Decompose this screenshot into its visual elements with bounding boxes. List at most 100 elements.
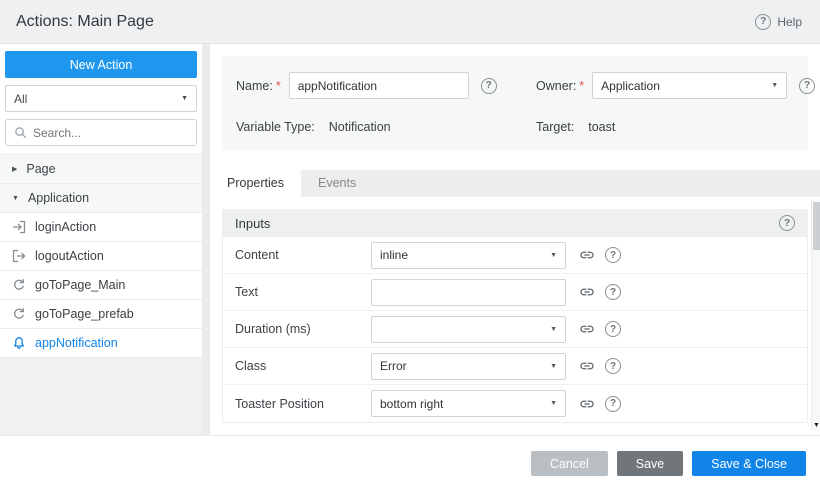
dialog-footer: Cancel Save Save & Close — [0, 435, 820, 491]
page-title: Actions: Main Page — [16, 13, 154, 31]
variable-type-value: Notification — [329, 120, 391, 134]
owner-value: Application — [601, 79, 660, 93]
help-icon[interactable]: ? — [605, 321, 621, 337]
actions-sidebar: New Action All ▼ ▶ Page ▼ Application — [0, 44, 202, 435]
text-input[interactable] — [371, 279, 566, 306]
tree-group-application[interactable]: ▼ Application — [0, 184, 202, 213]
bind-link-icon[interactable] — [579, 396, 595, 412]
help-icon[interactable]: ? — [605, 396, 621, 412]
toaster-position-value: bottom right — [380, 397, 443, 411]
input-row-class: Class Error ▼ ? — [223, 348, 807, 385]
input-row-toaster-position: Toaster Position bottom right ▼ ? — [223, 385, 807, 422]
help-icon[interactable]: ? — [779, 215, 795, 231]
cancel-button[interactable]: Cancel — [531, 451, 608, 476]
toaster-position-dropdown[interactable]: bottom right ▼ — [371, 390, 566, 417]
tree-item-label: loginAction — [35, 220, 96, 234]
bind-link-icon[interactable] — [579, 284, 595, 300]
duration-dropdown[interactable]: ▼ — [371, 316, 566, 343]
content-dropdown[interactable]: inline ▼ — [371, 242, 566, 269]
input-row-duration: Duration (ms) ▼ ? — [223, 311, 807, 348]
caret-down-icon: ▼ — [181, 95, 188, 102]
tree-item-appNotification[interactable]: appNotification — [0, 329, 202, 358]
action-editor: Name: * ? Owner: * Application ▼ ? — [210, 44, 820, 435]
vertical-scrollbar[interactable]: ▼ — [811, 200, 820, 431]
class-value: Error — [380, 359, 407, 373]
help-link[interactable]: ? Help — [755, 14, 802, 30]
input-label: Toaster Position — [235, 397, 371, 411]
save-and-close-button[interactable]: Save & Close — [692, 451, 806, 476]
tree-group-label: Application — [28, 191, 89, 205]
sidebar-controls: New Action All ▼ — [0, 44, 202, 146]
required-asterisk: * — [579, 79, 584, 93]
new-action-button[interactable]: New Action — [5, 51, 197, 78]
input-label: Content — [235, 248, 371, 262]
tree-item-label: goToPage_Main — [35, 278, 125, 292]
tree-item-label: goToPage_prefab — [35, 307, 134, 321]
caret-down-icon: ▼ — [550, 252, 557, 259]
input-row-content: Content inline ▼ ? — [223, 237, 807, 274]
help-icon[interactable]: ? — [605, 358, 621, 374]
input-label: Duration (ms) — [235, 322, 371, 336]
name-input[interactable] — [289, 72, 469, 99]
owner-dropdown[interactable]: Application ▼ — [592, 72, 787, 99]
tab-events[interactable]: Events — [301, 170, 373, 197]
owner-label: Owner: — [536, 79, 576, 93]
form-row-type-target: Variable Type: Notification Target: toas… — [236, 120, 794, 134]
input-label: Class — [235, 359, 371, 373]
scroll-down-arrow[interactable]: ▼ — [812, 420, 820, 431]
tab-properties[interactable]: Properties — [210, 170, 301, 197]
required-asterisk: * — [276, 79, 281, 93]
help-icon[interactable]: ? — [605, 284, 621, 300]
editor-tabs: Properties Events — [210, 170, 820, 197]
help-icon: ? — [755, 14, 771, 30]
help-icon[interactable]: ? — [481, 78, 497, 94]
name-label: Name: — [236, 79, 273, 93]
input-label: Text — [235, 285, 371, 299]
form-row-name-owner: Name: * ? Owner: * Application ▼ ? — [236, 72, 794, 99]
save-button[interactable]: Save — [617, 451, 684, 476]
inputs-panel: Inputs ? Content inline ▼ ? Text — [222, 209, 808, 423]
notification-icon — [12, 336, 26, 350]
variable-type-label: Variable Type: — [236, 120, 315, 134]
tree-group-label: Page — [26, 162, 55, 176]
dialog-header: Actions: Main Page ? Help — [0, 0, 820, 44]
input-row-text: Text ? — [223, 274, 807, 311]
bind-link-icon[interactable] — [579, 358, 595, 374]
tree-item-loginAction[interactable]: loginAction — [0, 213, 202, 242]
search-input[interactable] — [33, 126, 188, 140]
tree-item-label: logoutAction — [35, 249, 104, 263]
filter-dropdown[interactable]: All ▼ — [5, 85, 197, 112]
help-icon[interactable]: ? — [799, 78, 815, 94]
caret-down-icon: ▼ — [12, 195, 19, 202]
target-label: Target: — [536, 120, 574, 134]
tree-group-page[interactable]: ▶ Page — [0, 155, 202, 184]
scrollbar-thumb[interactable] — [813, 202, 820, 250]
caret-down-icon: ▼ — [550, 400, 557, 407]
bind-link-icon[interactable] — [579, 321, 595, 337]
inputs-panel-header: Inputs ? — [223, 209, 807, 237]
caret-down-icon: ▼ — [771, 82, 778, 89]
caret-down-icon: ▼ — [550, 326, 557, 333]
caret-right-icon: ▶ — [12, 166, 17, 173]
help-label: Help — [777, 15, 802, 29]
login-icon — [12, 220, 26, 234]
logout-icon — [12, 249, 26, 263]
target-value: toast — [588, 120, 615, 134]
actions-dialog: Actions: Main Page ? Help New Action All… — [0, 0, 820, 491]
dialog-body: New Action All ▼ ▶ Page ▼ Application — [0, 44, 820, 435]
caret-down-icon: ▼ — [550, 363, 557, 370]
bind-link-icon[interactable] — [579, 247, 595, 263]
help-icon[interactable]: ? — [605, 247, 621, 263]
goto-page-icon — [12, 307, 26, 321]
search-box — [5, 119, 197, 146]
class-dropdown[interactable]: Error ▼ — [371, 353, 566, 380]
tree-item-goToPage_Main[interactable]: goToPage_Main — [0, 271, 202, 300]
tree-item-goToPage_prefab[interactable]: goToPage_prefab — [0, 300, 202, 329]
content-value: inline — [380, 248, 408, 262]
sidebar-filler — [0, 358, 202, 435]
filter-value: All — [14, 92, 27, 106]
tree-item-logoutAction[interactable]: logoutAction — [0, 242, 202, 271]
inputs-title: Inputs — [235, 216, 270, 231]
search-icon — [14, 126, 27, 139]
actions-tree: ▶ Page ▼ Application loginAction — [0, 154, 202, 358]
